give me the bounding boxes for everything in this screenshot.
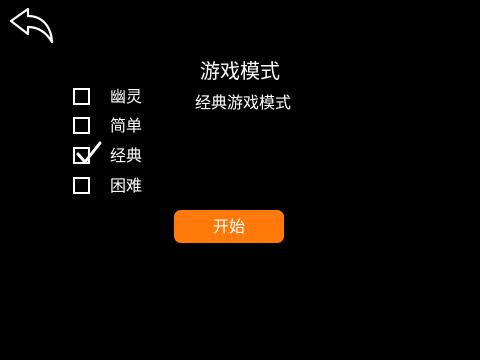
mode-title: 游戏模式 bbox=[200, 59, 280, 83]
option-hard[interactable]: 困难 bbox=[72, 174, 182, 198]
back-button[interactable] bbox=[8, 6, 60, 48]
option-label: 简单 bbox=[110, 116, 143, 135]
option-ghost[interactable]: 幽灵 bbox=[72, 85, 182, 109]
option-label: 幽灵 bbox=[110, 87, 143, 106]
mode-description: 经典游戏模式 bbox=[194, 93, 291, 112]
checkmark-icon bbox=[76, 141, 102, 164]
option-label: 经典 bbox=[110, 146, 143, 165]
game-mode-screen: 游戏模式 经典游戏模式 幽灵 简单 经典 困难 开始 bbox=[0, 0, 480, 360]
option-classic[interactable]: 经典 bbox=[72, 141, 182, 168]
checkbox[interactable] bbox=[73, 117, 90, 134]
back-arrow-icon bbox=[9, 7, 54, 44]
checkbox[interactable] bbox=[73, 88, 90, 105]
option-easy[interactable]: 简单 bbox=[72, 114, 182, 138]
option-label: 困难 bbox=[110, 176, 143, 195]
checkbox[interactable] bbox=[73, 177, 90, 194]
start-button[interactable]: 开始 bbox=[174, 210, 284, 243]
